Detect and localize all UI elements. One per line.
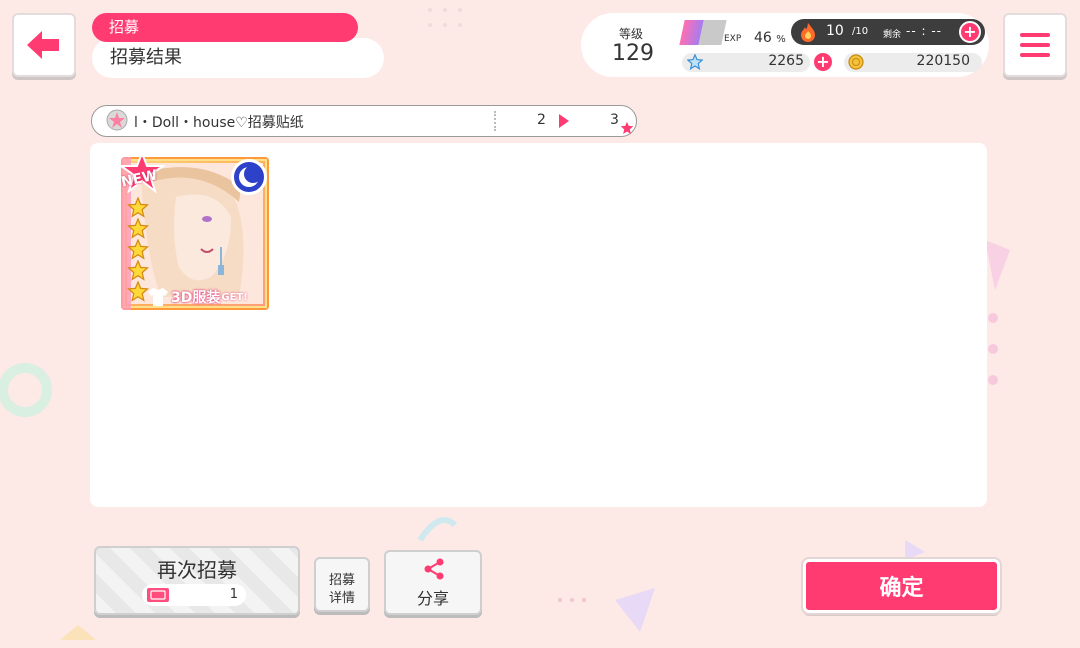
costume-text: 3D服装 bbox=[171, 290, 221, 306]
ticket-count-pill: 1 bbox=[142, 584, 246, 606]
moon-attribute-icon bbox=[231, 159, 267, 195]
recruit-again-button[interactable]: 再次招募 1 bbox=[94, 546, 300, 615]
stamina-max: /10 bbox=[852, 26, 869, 37]
share-label: 分享 bbox=[416, 589, 449, 608]
source-name: l・Doll・house♡招募贴纸 bbox=[134, 115, 304, 131]
star-gem-count: 2265 bbox=[768, 53, 804, 69]
arrow-right-icon bbox=[559, 114, 569, 128]
exp-bar-fill bbox=[679, 20, 704, 45]
back-arrow-icon bbox=[27, 31, 59, 59]
rarity-star-icon bbox=[127, 197, 149, 218]
ticket-count: 1 bbox=[229, 587, 238, 602]
add-stamina-button[interactable]: + bbox=[959, 21, 981, 43]
costume-get: GET! bbox=[221, 291, 248, 303]
recruited-card[interactable]: NEW 3D服装 GET! bbox=[121, 157, 269, 310]
recruit-again-label: 再次招募 bbox=[157, 558, 237, 582]
recruit-details-button[interactable]: 招募 详情 bbox=[314, 557, 370, 612]
coin-icon bbox=[848, 54, 864, 70]
remaining-label: 剩余 bbox=[883, 30, 902, 40]
remaining-time: -- : -- bbox=[906, 24, 942, 38]
costume-banner: 3D服装 GET! bbox=[147, 286, 248, 308]
player-status-panel: 等级 129 EXP 46 % 10 /10 剩余 -- : -- + 2265… bbox=[581, 13, 989, 77]
page-category: 招募 bbox=[92, 13, 358, 42]
share-button[interactable]: 分享 bbox=[384, 550, 482, 615]
coin-bar: 220150 bbox=[844, 53, 982, 72]
recruit-source-bar: l・Doll・house♡招募贴纸 2 3 bbox=[91, 105, 637, 137]
small-star-icon bbox=[620, 121, 634, 134]
ticket-icon bbox=[147, 588, 169, 602]
page-title: 招募结果 bbox=[92, 38, 384, 78]
rarity-star-icon bbox=[127, 281, 149, 302]
rarity-star-icon bbox=[127, 260, 149, 281]
sticker-count-before: 2 bbox=[537, 112, 546, 128]
exp-bar bbox=[679, 20, 727, 45]
menu-button[interactable] bbox=[1003, 13, 1067, 77]
star-gem-bar: 2265 bbox=[682, 53, 810, 72]
back-button[interactable] bbox=[12, 13, 76, 77]
stamina-value: 10 bbox=[826, 23, 844, 39]
flame-icon bbox=[801, 23, 815, 42]
share-icon bbox=[424, 558, 444, 580]
exp-percent-unit: % bbox=[776, 34, 786, 45]
sticker-count-after: 3 bbox=[610, 112, 619, 128]
costume-shirt-icon bbox=[148, 288, 168, 306]
star-gem-icon bbox=[687, 54, 703, 70]
hamburger-menu-icon bbox=[1020, 33, 1050, 57]
sticker-icon bbox=[106, 109, 128, 131]
exp-percent: 46 % bbox=[754, 30, 786, 46]
rarity-star-icon bbox=[127, 218, 149, 239]
level-label: 等级 bbox=[619, 27, 644, 41]
rarity-star-icon bbox=[127, 239, 149, 260]
stamina-pill: 10 /10 剩余 -- : -- bbox=[791, 19, 985, 45]
source-divider bbox=[494, 111, 496, 131]
coin-count: 220150 bbox=[916, 53, 970, 69]
details-label-line2: 详情 bbox=[328, 591, 355, 606]
confirm-button[interactable]: 确定 bbox=[801, 557, 1002, 615]
details-label-line1: 招募 bbox=[328, 573, 355, 588]
exp-label: EXP bbox=[724, 34, 742, 44]
add-star-gem-button[interactable]: + bbox=[812, 51, 834, 73]
exp-percent-value: 46 bbox=[754, 30, 772, 46]
level-value: 129 bbox=[612, 41, 654, 66]
